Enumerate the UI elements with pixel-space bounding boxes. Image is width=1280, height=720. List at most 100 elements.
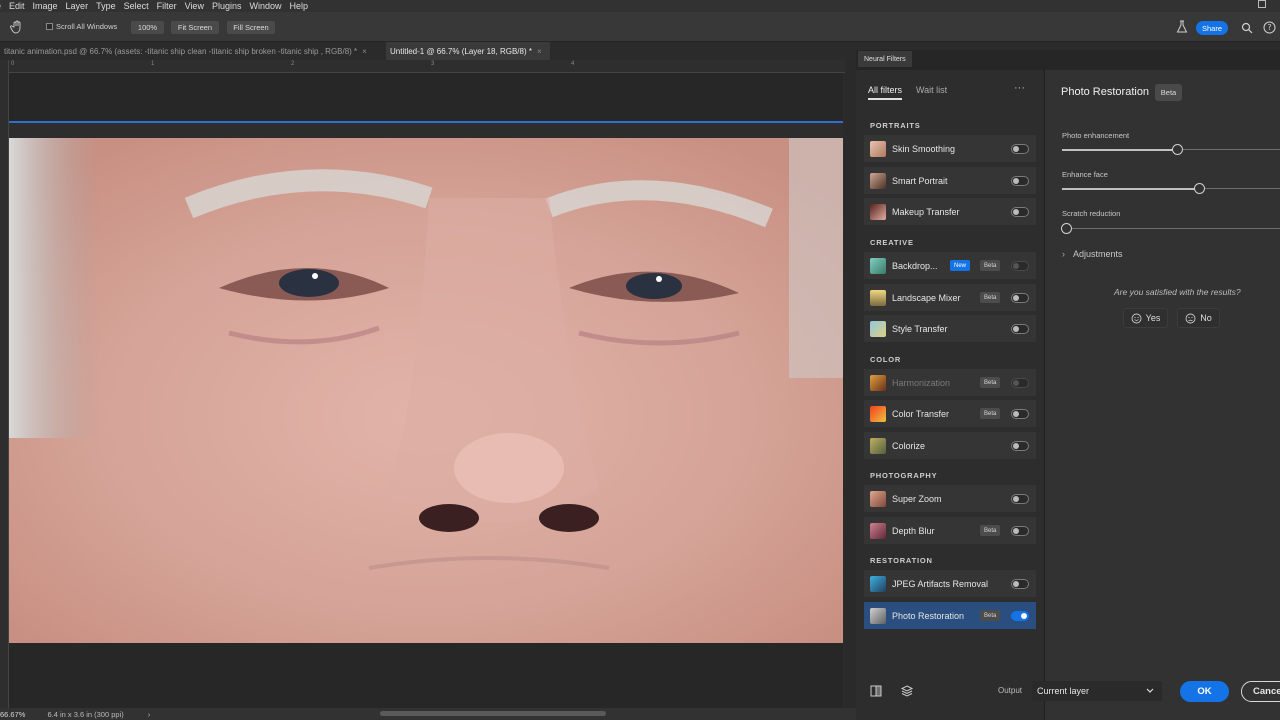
menu-file-partial[interactable]: e	[0, 1, 1, 11]
fill-screen-button[interactable]: Fill Screen	[227, 21, 275, 34]
menu-type[interactable]: Type	[96, 1, 116, 11]
menu-filter[interactable]: Filter	[157, 1, 177, 11]
tab-wait-list[interactable]: Wait list	[916, 85, 947, 95]
filter-super-zoom[interactable]: Super Zoom	[864, 485, 1036, 512]
menu-image[interactable]: Image	[33, 1, 58, 11]
vertical-ruler	[0, 60, 9, 708]
filter-settings-panel	[1045, 70, 1280, 720]
category-restoration: RESTORATION	[870, 556, 933, 565]
adjustments-label: Adjustments	[1073, 249, 1123, 259]
smart-portrait-toggle[interactable]	[1011, 176, 1029, 186]
color-transfer-toggle[interactable]	[1011, 409, 1029, 419]
menu-view[interactable]: View	[185, 1, 204, 11]
zoom-100-button[interactable]: 100%	[131, 21, 164, 34]
backdrop-toggle[interactable]	[1011, 261, 1029, 271]
category-color: COLOR	[870, 355, 902, 364]
hand-tool-icon[interactable]	[10, 20, 24, 34]
filter-jpeg-artifacts-removal[interactable]: JPEG Artifacts Removal	[864, 570, 1036, 597]
portrait-photo-canvas[interactable]	[9, 138, 843, 643]
filter-colorize[interactable]: Colorize	[864, 432, 1036, 459]
harmonization-toggle[interactable]	[1011, 378, 1029, 388]
close-icon[interactable]: ×	[537, 47, 542, 56]
landscape-mixer-toggle[interactable]	[1011, 293, 1029, 303]
super-zoom-thumbnail	[870, 490, 886, 507]
landscape-mixer-thumbnail	[870, 289, 886, 306]
filter-color-transfer[interactable]: Color Transfer Beta	[864, 400, 1036, 427]
style-transfer-toggle[interactable]	[1011, 324, 1029, 334]
enhance-face-fill	[1062, 188, 1200, 190]
menu-select[interactable]: Select	[124, 1, 149, 11]
tab-all-filters-label: All filters	[868, 85, 903, 100]
style-transfer-thumbnail	[870, 320, 886, 337]
filter-photo-restoration[interactable]: Photo Restoration Beta	[864, 602, 1036, 629]
beta-badge: Beta	[980, 292, 1001, 303]
jpeg-artifacts-toggle[interactable]	[1011, 579, 1029, 589]
vertical-scrollbar[interactable]	[845, 60, 856, 708]
share-button[interactable]: Share	[1196, 21, 1228, 35]
makeup-transfer-toggle[interactable]	[1011, 207, 1029, 217]
help-icon[interactable]: ?	[1263, 21, 1276, 34]
depth-blur-thumbnail	[870, 522, 886, 539]
close-icon[interactable]: ×	[362, 47, 367, 56]
horizontal-ruler: 0 1 2 3 4	[8, 60, 848, 73]
filter-depth-blur[interactable]: Depth Blur Beta	[864, 517, 1036, 544]
menu-window[interactable]: Window	[249, 1, 281, 11]
menu-layer[interactable]: Layer	[66, 1, 89, 11]
feedback-yes-button[interactable]: Yes	[1123, 308, 1168, 328]
output-dropdown[interactable]: Current layer	[1032, 681, 1162, 701]
zoom-level[interactable]: 66.67%	[0, 710, 25, 719]
yes-label: Yes	[1145, 313, 1161, 323]
filter-makeup-transfer[interactable]: Makeup Transfer	[864, 198, 1036, 225]
menu-edit[interactable]: Edit	[9, 1, 25, 11]
filter-label: JPEG Artifacts Removal	[892, 578, 989, 589]
layers-icon[interactable]	[900, 684, 914, 698]
filter-backdrop[interactable]: Backdrop... New Beta	[864, 252, 1036, 279]
filter-smart-portrait[interactable]: Smart Portrait	[864, 167, 1036, 194]
filter-style-transfer[interactable]: Style Transfer	[864, 315, 1036, 342]
makeup-transfer-thumbnail	[870, 203, 886, 220]
menu-plugins[interactable]: Plugins	[212, 1, 242, 11]
category-creative: CREATIVE	[870, 238, 914, 247]
filter-landscape-mixer[interactable]: Landscape Mixer Beta	[864, 284, 1036, 311]
tab-titanic-animation[interactable]: titanic animation.psd @ 66.7% (assets: -…	[0, 42, 384, 60]
fit-screen-button[interactable]: Fit Screen	[171, 21, 219, 34]
filter-label: Backdrop...	[892, 260, 938, 271]
tab-untitled-1[interactable]: Untitled-1 @ 66.7% (Layer 18, RGB/8) * ×	[386, 42, 550, 60]
ruler-tick: 4	[571, 61, 575, 67]
enhance-face-slider-handle[interactable]	[1194, 183, 1205, 194]
more-options-icon[interactable]: ···	[1014, 82, 1025, 94]
super-zoom-toggle[interactable]	[1011, 494, 1029, 504]
compare-view-icon[interactable]	[870, 685, 882, 697]
colorize-toggle[interactable]	[1011, 441, 1029, 451]
search-icon[interactable]	[1241, 22, 1253, 34]
status-menu-arrow[interactable]: ›	[148, 710, 151, 719]
tab-neural-filters[interactable]: Neural Filters	[858, 51, 912, 67]
filter-harmonization[interactable]: Harmonization Beta	[864, 369, 1036, 396]
menu-help[interactable]: Help	[290, 1, 309, 11]
scratch-reduction-track[interactable]	[1062, 228, 1280, 229]
cancel-button[interactable]: Cance	[1241, 681, 1280, 702]
scroll-all-windows-checkbox[interactable]	[46, 23, 53, 30]
scratch-reduction-slider-handle[interactable]	[1061, 223, 1072, 234]
feedback-no-button[interactable]: No	[1177, 308, 1220, 328]
tab-all-filters[interactable]: All filters	[868, 85, 903, 100]
adjustments-expander[interactable]: › Adjustments	[1062, 249, 1123, 259]
output-label: Output	[998, 686, 1023, 695]
filter-label: Landscape Mixer	[892, 292, 961, 303]
depth-blur-toggle[interactable]	[1011, 526, 1029, 536]
photo-restoration-toggle[interactable]	[1011, 611, 1029, 621]
beta-badge: Beta	[980, 377, 1001, 388]
window-restore-icon[interactable]	[1258, 0, 1266, 8]
skin-smoothing-toggle[interactable]	[1011, 144, 1029, 154]
filter-label: Color Transfer	[892, 408, 950, 419]
ok-button[interactable]: OK	[1180, 681, 1229, 702]
filter-label: Colorize	[892, 440, 926, 451]
menu-bar: e Edit Image Layer Type Select Filter Vi…	[0, 0, 1280, 12]
color-transfer-thumbnail	[870, 405, 886, 422]
harmonization-thumbnail	[870, 374, 886, 391]
horizontal-scrollbar-thumb[interactable]	[380, 711, 606, 716]
photo-enhancement-slider-handle[interactable]	[1172, 144, 1183, 155]
filter-skin-smoothing[interactable]: Skin Smoothing	[864, 135, 1036, 162]
beaker-icon[interactable]	[1176, 20, 1188, 34]
beta-badge: Beta	[980, 525, 1001, 536]
